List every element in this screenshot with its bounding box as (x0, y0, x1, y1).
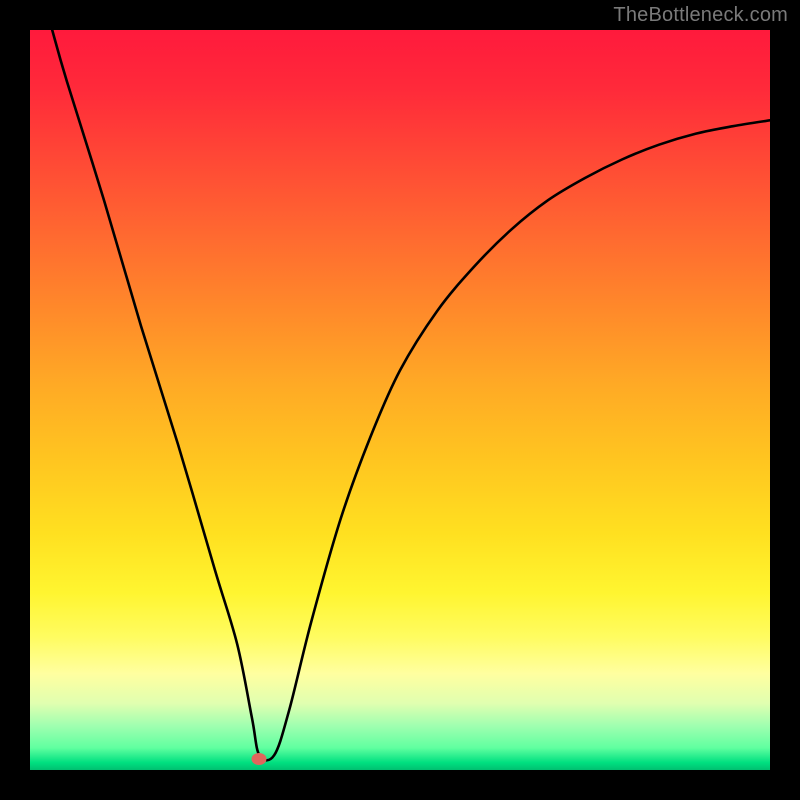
watermark-text: TheBottleneck.com (613, 4, 788, 27)
minimum-marker (252, 753, 267, 765)
bottleneck-curve (52, 30, 770, 760)
chart-frame: TheBottleneck.com (0, 0, 800, 800)
plot-area (30, 30, 770, 770)
curve-svg (30, 30, 770, 770)
